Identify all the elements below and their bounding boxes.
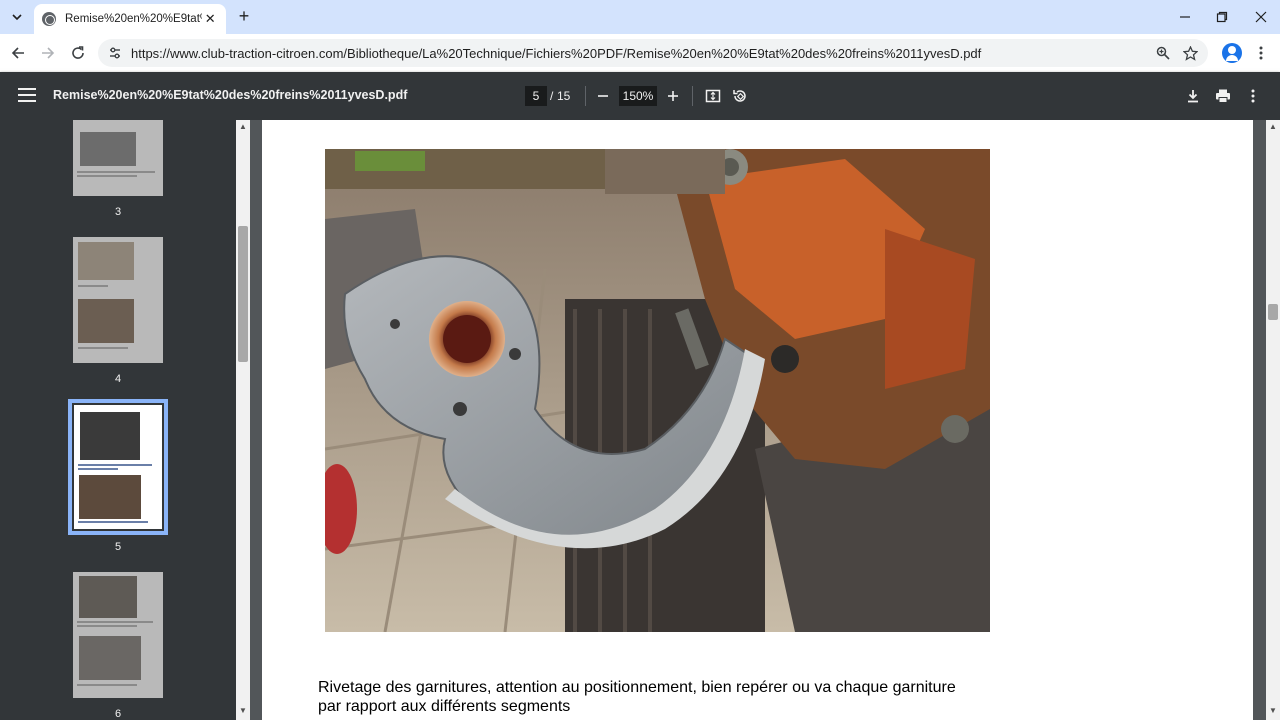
page-caption: Rivetage des garnitures, attention au po… xyxy=(318,678,1018,716)
thumbnail-text-line xyxy=(78,285,108,287)
pdf-file-title: Remise%20en%20%E9tat%20des%20freins%2011… xyxy=(53,88,408,102)
site-info-icon[interactable] xyxy=(108,46,122,60)
url-text[interactable]: https://www.club-traction-citroen.com/Bi… xyxy=(131,46,981,61)
globe-icon xyxy=(42,12,56,26)
thumbnail-photo xyxy=(78,299,134,343)
toolbar-divider xyxy=(692,86,693,106)
page-thumbnail-6[interactable] xyxy=(73,572,163,698)
plus-icon[interactable]: + xyxy=(234,6,254,26)
scroll-down-arrow-icon[interactable]: ▼ xyxy=(238,706,248,716)
star-icon[interactable] xyxy=(1181,44,1199,62)
page-thumbnail-3[interactable] xyxy=(73,120,163,196)
document-scrollbar[interactable] xyxy=(1266,120,1280,720)
browser-window: Remise%20en%20%E9tat%20des%20freins%2011… xyxy=(0,0,1280,720)
search-tabs-icon[interactable] xyxy=(6,6,28,28)
close-icon[interactable]: ✕ xyxy=(202,11,218,27)
thumbnail-text-line xyxy=(77,175,137,177)
restore-icon[interactable] xyxy=(1203,0,1241,34)
fit-page-icon[interactable] xyxy=(703,86,723,106)
caption-line-1: Rivetage des garnitures, attention au po… xyxy=(318,679,956,696)
hamburger-menu-icon[interactable] xyxy=(18,88,36,104)
zoom-out-icon[interactable] xyxy=(593,86,613,106)
page-thumbnail-4[interactable] xyxy=(73,237,163,363)
minimize-icon[interactable] xyxy=(1166,0,1204,34)
print-icon[interactable] xyxy=(1213,86,1233,106)
rotate-icon[interactable] xyxy=(730,86,750,106)
thumbnail-label: 6 xyxy=(114,708,122,720)
browser-tab[interactable]: Remise%20en%20%E9tat%20des%20freins%2011… xyxy=(34,4,226,34)
thumbnail-text-line xyxy=(78,521,148,523)
document-viewport: Rivetage des garnitures, attention au po… xyxy=(250,120,1266,720)
tab-strip: Remise%20en%20%E9tat%20des%20freins%2011… xyxy=(0,0,1280,34)
forward-arrow-icon[interactable] xyxy=(37,42,59,64)
brake-shoe-riveting-photo xyxy=(325,149,990,632)
thumbnail-photo xyxy=(79,636,141,680)
more-options-icon[interactable] xyxy=(1243,86,1263,106)
thumbnail-photo xyxy=(79,475,141,519)
thumbnail-text-line xyxy=(78,468,118,470)
thumbnail-photo xyxy=(80,132,136,166)
thumbnail-label: 3 xyxy=(114,206,122,218)
zoom-level-input[interactable]: 150% xyxy=(619,86,657,106)
tab-title: Remise%20en%20%E9tat%20des%20freins%2011… xyxy=(65,13,202,25)
thumbnail-text-line xyxy=(77,171,155,173)
pdf-toolbar: Remise%20en%20%E9tat%20des%20freins%2011… xyxy=(0,72,1280,120)
thumbnail-text-line xyxy=(78,464,152,466)
thumbnail-label: 5 xyxy=(114,541,122,553)
scroll-down-arrow-icon[interactable]: ▼ xyxy=(1268,706,1278,716)
profile-icon[interactable] xyxy=(1222,43,1242,63)
page-thumbnail-5[interactable] xyxy=(68,399,168,535)
sidebar-scrollbar-thumb[interactable] xyxy=(238,226,248,362)
toolbar-divider xyxy=(585,86,586,106)
reload-icon[interactable] xyxy=(67,42,89,64)
document-scrollbar-thumb[interactable] xyxy=(1268,304,1278,320)
more-icon[interactable] xyxy=(1252,42,1270,64)
caption-line-2: par rapport aux différents segments xyxy=(318,698,571,715)
close-window-icon[interactable] xyxy=(1242,0,1280,34)
thumbnail-text-line xyxy=(77,621,153,623)
thumbnail-text-line xyxy=(77,625,137,627)
thumbnail-photo xyxy=(78,242,134,280)
download-icon[interactable] xyxy=(1183,86,1203,106)
sidebar-scrollbar[interactable] xyxy=(236,120,250,720)
pdf-page: Rivetage des garnitures, attention au po… xyxy=(262,120,1253,720)
thumbnail-photo xyxy=(80,412,140,460)
zoom-icon[interactable] xyxy=(1154,44,1172,62)
page-number-input[interactable]: 5 xyxy=(525,86,547,106)
thumbnail-sidebar: 3 4 5 6 xyxy=(0,120,250,720)
page-total: 15 xyxy=(557,89,571,103)
zoom-in-icon[interactable] xyxy=(663,86,683,106)
thumbnail-text-line xyxy=(78,347,128,349)
back-arrow-icon[interactable] xyxy=(7,42,29,64)
page-separator: / xyxy=(550,89,554,103)
scroll-up-arrow-icon[interactable]: ▲ xyxy=(238,122,248,132)
scroll-up-arrow-icon[interactable]: ▲ xyxy=(1268,122,1278,132)
address-bar[interactable]: https://www.club-traction-citroen.com/Bi… xyxy=(98,39,1208,67)
thumbnail-photo xyxy=(79,576,137,618)
thumbnail-text-line xyxy=(77,684,137,686)
address-toolbar: https://www.club-traction-citroen.com/Bi… xyxy=(0,34,1280,72)
thumbnail-label: 4 xyxy=(114,373,122,385)
